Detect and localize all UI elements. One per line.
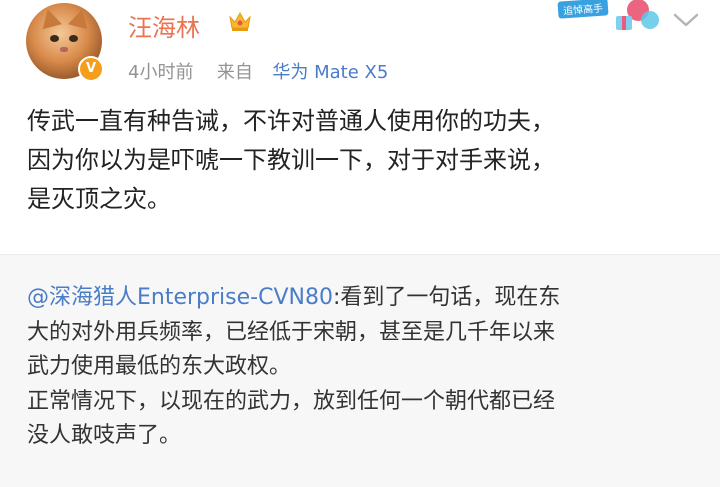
chevron-down-icon[interactable] [672, 10, 700, 30]
cat-eye-left [50, 35, 59, 42]
cat-ear-right [68, 6, 92, 30]
repost-text-line: 武力使用最低的东大政权。 [27, 354, 292, 379]
post-body: 传武一直有种告诫，不许对普通人使用你的功夫， 因为你以为是吓唬一下教训一下，对于… [27, 102, 697, 219]
promo-sticker[interactable]: 追悼高手 [552, 0, 662, 38]
repost-text-line: 正常情况下，以现在的武力，放到任何一个朝代都已经 [27, 388, 556, 414]
crown-icon [229, 11, 251, 31]
post-time: 4小时前 [128, 62, 194, 83]
cat-eye-right [69, 35, 78, 42]
verified-badge-icon: V [78, 56, 104, 82]
post-text-line: 传武一直有种告诫，不许对普通人使用你的功夫， [27, 107, 555, 135]
author-name[interactable]: 汪海林 [128, 8, 200, 43]
repost-text-line: 没人敢吱声了。 [27, 423, 182, 448]
repost-text-line: :看到了一句话，现在东 [332, 285, 561, 310]
source-prefix: 来自 [216, 62, 253, 83]
post-meta: 4小时前 来自 华为 Mate X5 [128, 58, 388, 84]
mention-link[interactable]: @深海猎人Enterprise-CVN80 [27, 285, 333, 310]
repost-card[interactable]: @深海猎人Enterprise-CVN80:看到了一句话，现在东 大的对外用兵频… [0, 254, 720, 487]
post-text-line: 是灭顶之灾。 [27, 185, 171, 213]
gift-icon [616, 0, 659, 30]
device-link[interactable]: 华为 Mate X5 [272, 62, 388, 83]
post-header: V 汪海林 4小时前 来自 华为 Mate X5 追悼高手 [0, 0, 720, 90]
repost-body: @深海猎人Enterprise-CVN80:看到了一句话，现在东 大的对外用兵频… [27, 281, 707, 454]
cat-nose [60, 47, 68, 52]
promo-tag: 追悼高手 [557, 0, 609, 19]
post-text-line: 因为你以为是吓唬一下教训一下，对于对手来说， [27, 146, 555, 174]
repost-text-line: 大的对外用兵频率，已经低于宋朝，甚至是几千年以来 [27, 319, 556, 345]
cat-ear-left [38, 6, 62, 30]
